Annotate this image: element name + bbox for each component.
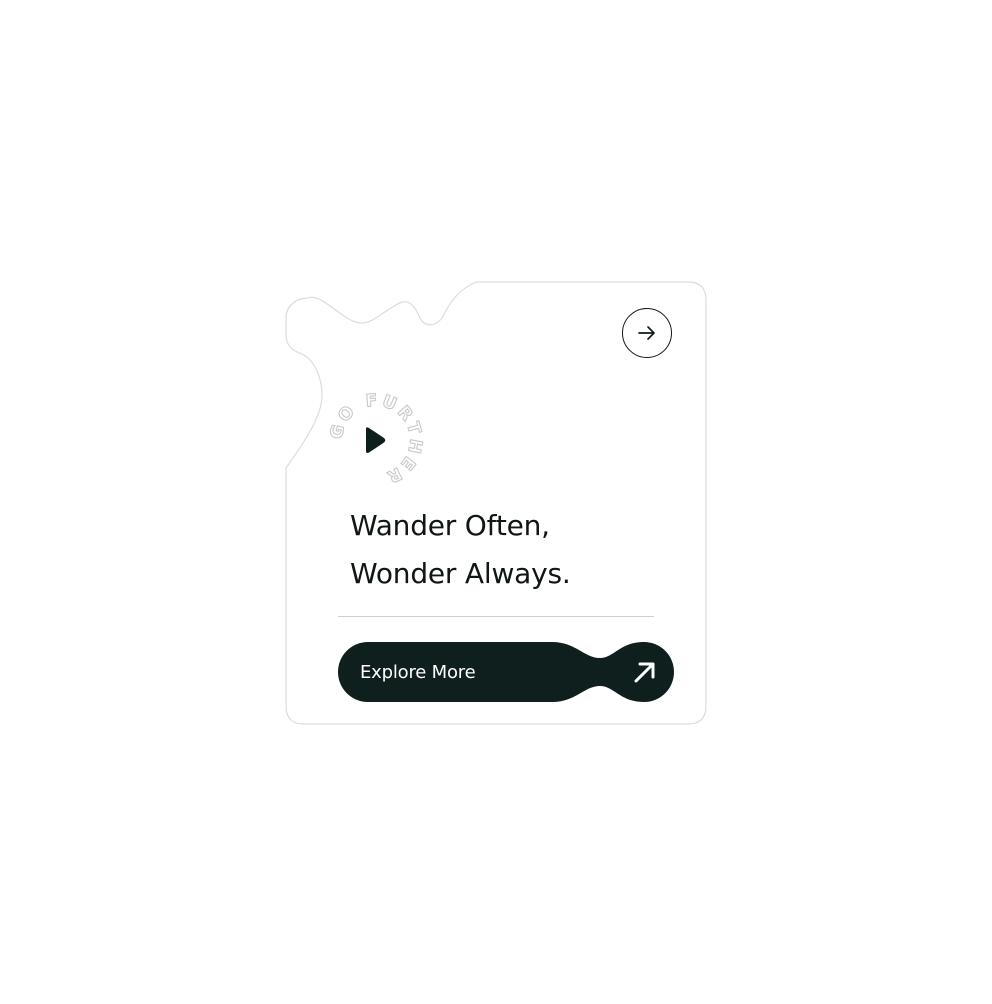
headline-line-1: Wander Often, [350, 509, 550, 542]
arrow-up-right-icon [634, 662, 655, 683]
arrow-right-icon [638, 326, 655, 340]
play-video-badge[interactable]: GO FURTHER [326, 390, 424, 488]
next-arrow-button[interactable] [622, 308, 672, 358]
headline: Wander Often, Wonder Always. [350, 502, 670, 598]
explore-more-button[interactable]: Explore More [338, 642, 674, 702]
headline-line-2: Wonder Always. [350, 557, 571, 590]
play-icon [366, 427, 386, 453]
divider [338, 616, 654, 617]
promo-card: GO FURTHER Wander Often, Wonder Always. … [284, 278, 708, 728]
explore-more-label: Explore More [360, 661, 476, 683]
badge-ring: GO FURTHER [326, 390, 423, 488]
